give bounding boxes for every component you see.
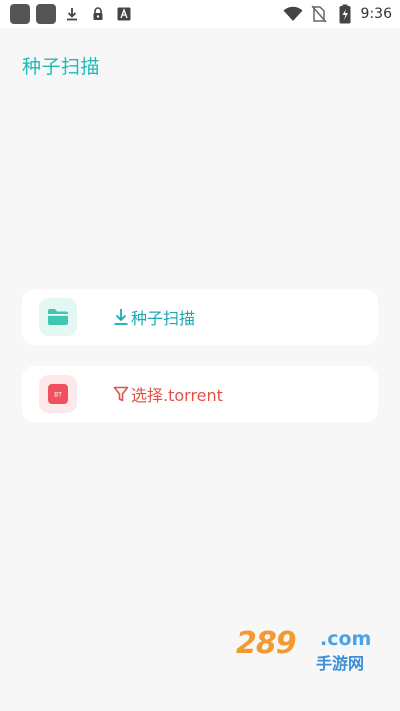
select-torrent-label: 选择.torrent	[131, 386, 223, 405]
battery-charging-icon	[335, 4, 355, 24]
watermark-domain: .com	[320, 628, 372, 650]
status-left-icons	[10, 4, 134, 24]
select-torrent-button[interactable]: BT 选择.torrent	[22, 366, 378, 422]
filter-icon	[113, 386, 129, 402]
download-icon	[114, 309, 128, 325]
page-title: 种子扫描	[22, 56, 101, 78]
app-screen: 9:36 种子扫描 种子扫描 BT 选择.torrent 289 .com 手游…	[0, 0, 400, 711]
app-notification-icon	[10, 4, 30, 24]
svg-text:BT: BT	[54, 392, 62, 399]
download-icon	[62, 4, 82, 24]
bt-file-icon-tile: BT	[39, 375, 77, 413]
status-right-icons: 9:36	[283, 4, 392, 24]
select-torrent-label-group: 选择.torrent	[113, 382, 223, 406]
folder-icon-tile	[39, 298, 77, 336]
status-time: 9:36	[360, 6, 392, 22]
site-watermark: 289 .com 手游网	[236, 626, 382, 676]
watermark-subtitle: 手游网	[316, 654, 365, 673]
torrent-scan-label-group: 种子扫描	[113, 305, 195, 329]
lock-icon	[88, 4, 108, 24]
folder-icon	[48, 309, 68, 325]
app-notification-icon	[36, 4, 56, 24]
torrent-scan-label: 种子扫描	[131, 309, 196, 328]
no-sim-icon	[309, 4, 329, 24]
torrent-scan-button[interactable]: 种子扫描	[22, 289, 378, 345]
status-bar: 9:36	[0, 0, 400, 28]
watermark-number: 289	[236, 626, 297, 661]
bt-file-icon: BT	[48, 384, 68, 404]
wifi-icon	[283, 4, 303, 24]
font-icon	[114, 4, 134, 24]
